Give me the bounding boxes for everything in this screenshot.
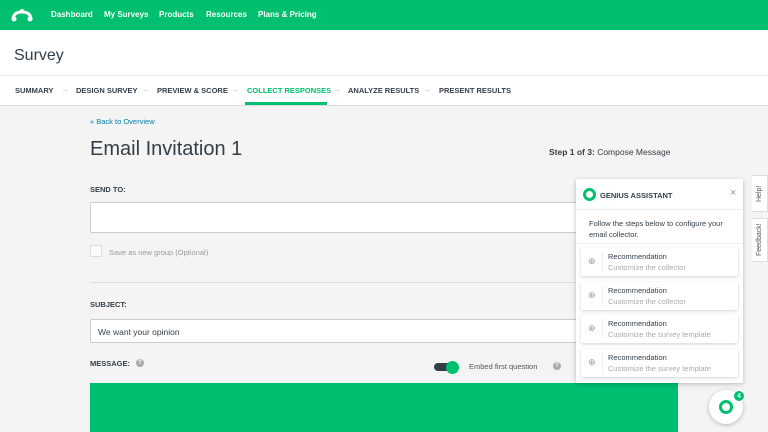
arrow-icon: →	[231, 85, 239, 94]
step-indicator: Step 1 of 3: Compose Message	[549, 147, 670, 157]
help-icon[interactable]: ?	[136, 359, 144, 367]
recommendation-item[interactable]: ⊕ Recommendation Customize the collector	[581, 248, 738, 276]
step-prefix: Step 1 of 3:	[549, 147, 595, 157]
page-title: Survey	[14, 47, 64, 64]
tab-preview-score[interactable]: PREVIEW & SCORE	[157, 86, 228, 95]
arrow-icon: →	[333, 85, 341, 94]
plus-circle-icon: ⊕	[588, 323, 596, 333]
plus-circle-icon: ⊕	[588, 256, 596, 266]
subject-label: SUBJECT:	[90, 300, 127, 309]
assistant-title: GENIUS ASSISTANT	[600, 191, 673, 200]
notification-badge: 4	[733, 390, 745, 402]
feedback-side-tab[interactable]: Feedback!	[752, 218, 768, 262]
nav-products[interactable]: Products	[159, 10, 194, 19]
save-group-checkbox[interactable]	[90, 245, 102, 257]
arrow-icon: →	[423, 85, 431, 94]
embed-first-question-label: Embed first question	[469, 362, 538, 371]
save-group-label: Save as new group (Optional)	[109, 248, 209, 257]
nav-plans-pricing[interactable]: Plans & Pricing	[258, 10, 317, 19]
send-to-label: SEND TO:	[90, 185, 126, 194]
nav-resources[interactable]: Resources	[206, 10, 247, 19]
back-to-overview-link[interactable]: « Back to Overview	[90, 117, 155, 126]
active-tab-indicator	[245, 102, 327, 105]
top-nav: Dashboard My Surveys Products Resources …	[0, 0, 768, 30]
surveymonkey-logo-icon[interactable]	[11, 8, 33, 22]
invitation-heading: Email Invitation 1	[90, 138, 243, 160]
step-tabs: SUMMARY → DESIGN SURVEY → PREVIEW & SCOR…	[0, 76, 768, 106]
message-preview-header	[90, 383, 678, 432]
genius-logo-icon	[719, 400, 733, 414]
assistant-intro: Follow the steps below to configure your…	[589, 219, 723, 239]
title-bar: Survey	[0, 30, 768, 76]
tab-collect-responses[interactable]: COLLECT RESPONSES	[247, 86, 331, 95]
plus-circle-icon: ⊕	[588, 290, 596, 300]
tab-design-survey[interactable]: DESIGN SURVEY	[76, 86, 138, 95]
help-side-tab[interactable]: Help!	[752, 175, 768, 212]
message-label: MESSAGE:	[90, 359, 131, 368]
help-icon[interactable]: ?	[553, 362, 561, 370]
close-icon[interactable]: ×	[730, 187, 736, 199]
recommendation-item[interactable]: ⊕ Recommendation Customize the collector	[581, 282, 738, 310]
nav-my-surveys[interactable]: My Surveys	[104, 10, 148, 19]
embed-toggle[interactable]	[434, 361, 460, 374]
tab-summary[interactable]: SUMMARY	[15, 86, 53, 95]
recommendation-item[interactable]: ⊕ Recommendation Customize the survey temp…	[581, 349, 738, 377]
genius-assistant-panel: GENIUS ASSISTANT × Follow the steps belo…	[576, 179, 743, 383]
recommendation-item[interactable]: ⊕ Recommendation Customize the survey temp…	[581, 315, 738, 343]
arrow-icon: →	[61, 85, 69, 94]
plus-circle-icon: ⊕	[588, 357, 596, 367]
tab-analyze-results[interactable]: ANALYZE RESULTS	[348, 86, 419, 95]
nav-dashboard[interactable]: Dashboard	[51, 10, 93, 19]
step-label: Compose Message	[597, 147, 671, 157]
arrow-icon: →	[142, 85, 150, 94]
tab-present-results[interactable]: PRESENT RESULTS	[439, 86, 511, 95]
genius-logo-icon	[583, 188, 596, 201]
